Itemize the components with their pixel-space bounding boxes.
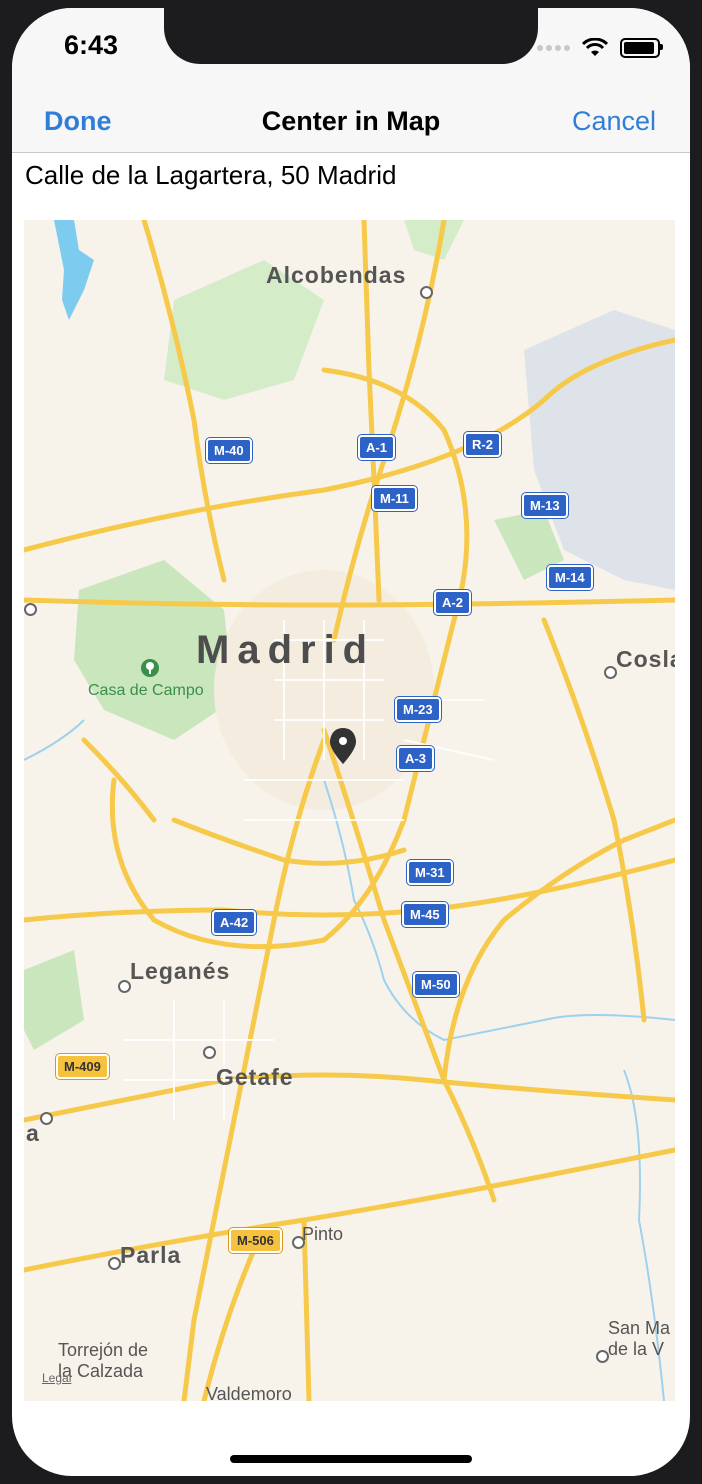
place-label: a (26, 1120, 40, 1146)
status-icons (537, 38, 663, 58)
park-area (24, 950, 84, 1050)
place-label: Alcobendas (266, 262, 407, 288)
park-label: Casa de Campo (88, 682, 204, 699)
status-bar: 6:43 (12, 8, 690, 94)
place-dot (604, 666, 617, 679)
battery-icon (620, 38, 663, 58)
place-dot (203, 1046, 216, 1059)
place-dot (24, 603, 37, 616)
place-dot (40, 1112, 53, 1125)
map-view[interactable]: Alcobendas Madrid Casa de Campo Cosla Le… (24, 220, 675, 1401)
road-shield: M-31 (407, 860, 453, 885)
park-tree-icon (141, 659, 159, 677)
park-area (404, 220, 464, 260)
road-shield: A-42 (212, 910, 257, 935)
phone-screen: 6:43 Done Center in Map Cancel Calle de … (12, 8, 690, 1476)
place-dot (118, 980, 131, 993)
road-shield: M-50 (413, 972, 459, 997)
place-label: Cosla (616, 646, 675, 672)
place-dot (420, 286, 433, 299)
place-label: Torrejón de (58, 1340, 149, 1360)
road-shield: A-3 (397, 746, 434, 771)
road-shield: M-11 (372, 486, 417, 511)
legal-link[interactable]: Legal (42, 1371, 71, 1385)
road-shield: A-1 (358, 435, 395, 460)
place-dot (108, 1257, 121, 1270)
home-indicator[interactable] (230, 1455, 472, 1463)
map-base (24, 220, 675, 1401)
place-label: de la V (608, 1339, 665, 1359)
place-label: Pinto (302, 1224, 344, 1244)
cellular-signal-icon (537, 45, 570, 51)
road-shield: M-13 (522, 493, 568, 518)
status-time: 6:43 (64, 30, 119, 60)
place-label: Leganés (130, 958, 231, 984)
device-notch (164, 8, 538, 64)
road-shield: M-45 (402, 902, 448, 927)
place-label: Parla (120, 1242, 182, 1268)
place-dot (596, 1350, 609, 1363)
place-label: Getafe (216, 1064, 294, 1090)
address-label: Calle de la Lagartera, 50 Madrid (25, 160, 397, 190)
wifi-icon (582, 38, 608, 56)
road-shield: M-14 (547, 565, 593, 590)
road-shield: M-409 (56, 1054, 109, 1079)
place-label: Valdemoro (206, 1384, 292, 1401)
reservoir-water (54, 220, 94, 320)
road-shield: M-506 (229, 1228, 282, 1253)
road-shield: A-2 (434, 590, 471, 615)
navigation-bar: Done Center in Map Cancel (12, 94, 690, 153)
place-label-madrid: Madrid (196, 628, 376, 672)
road-shield: R-2 (464, 432, 501, 457)
place-dot (292, 1236, 305, 1249)
road-shield: M-23 (395, 697, 441, 722)
cancel-button[interactable]: Cancel (572, 106, 656, 137)
place-label: San Ma (608, 1318, 671, 1338)
road-shield: M-40 (206, 438, 252, 463)
